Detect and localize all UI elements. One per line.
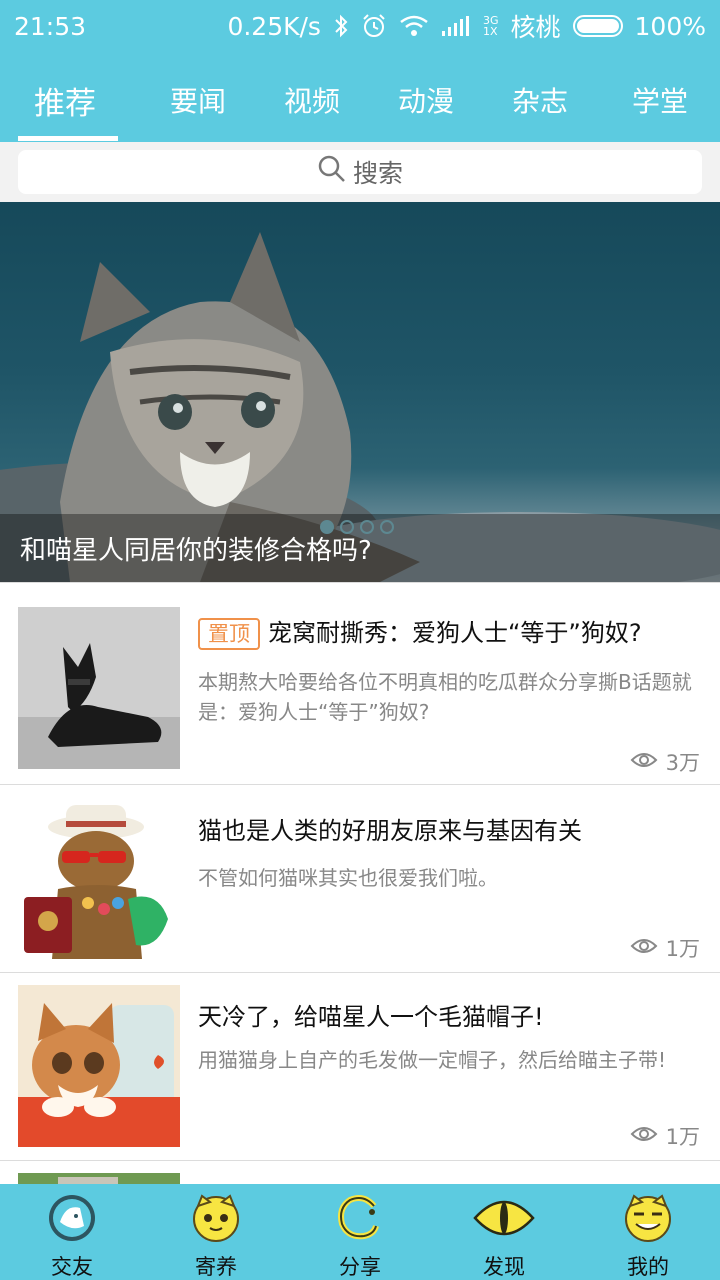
battery-icon: [572, 15, 623, 37]
tab-video[interactable]: 视频: [284, 80, 340, 120]
cat-hat-thumbnail: [18, 799, 180, 961]
article-desc: 本期熬大哈要给各位不明真相的吃瓜群众分享撕B话题就是：爱狗人士“等于”狗奴?: [198, 670, 692, 724]
friends-icon: [46, 1192, 98, 1251]
banner-caption: 和喵星人同居你的装修合格吗?: [0, 514, 720, 582]
article-title: 天冷了，给喵星人一个毛猫帽子!: [198, 1003, 544, 1031]
search-placeholder: 搜索: [352, 159, 403, 188]
article-item[interactable]: 天冷了，给喵星人一个毛猫帽子! 用猫猫身上自产的毛发做一定帽子，然后给瞄主子带!…: [0, 972, 720, 1160]
tab-anime[interactable]: 动漫: [398, 80, 454, 120]
nav-share[interactable]: 分享: [288, 1184, 432, 1280]
network-type: 3G 1X: [482, 14, 499, 38]
article-item[interactable]: 猫也是人类的好朋友原来与基因有关 不管如何猫咪其实也很爱我们啦。 1万: [0, 784, 720, 972]
category-tabs: 推荐 要闻 视频 动漫 杂志 学堂: [0, 52, 720, 142]
tab-school[interactable]: 学堂: [632, 80, 688, 120]
nav-label: 寄养: [195, 1255, 237, 1279]
status-time: 21:53: [14, 11, 87, 41]
dog-thumbnail: [18, 607, 180, 769]
battery-level: 100%: [634, 11, 706, 41]
article-desc: 用猫猫身上自产的毛发做一定帽子，然后给瞄主子带!: [198, 1048, 667, 1072]
nav-foster[interactable]: 寄养: [144, 1184, 288, 1280]
nav-label: 发现: [483, 1255, 525, 1279]
tab-news[interactable]: 要闻: [170, 80, 226, 120]
profile-icon: [622, 1192, 674, 1251]
nav-label: 分享: [339, 1255, 381, 1279]
view-count: 1万: [630, 933, 700, 963]
banner-caption-text: 和喵星人同居你的装修合格吗?: [20, 535, 372, 566]
share-icon: [334, 1192, 386, 1251]
pinned-badge: 置顶: [198, 618, 260, 650]
status-bar: 21:53 0.25K/s 3G 1X 核桃 100%: [0, 0, 720, 52]
foster-icon: [190, 1192, 242, 1251]
article-desc: 不管如何猫咪其实也很爱我们啦。: [198, 866, 498, 890]
bluetooth-icon: [333, 14, 349, 38]
search-icon: [317, 154, 347, 190]
network-speed: 0.25K/s: [227, 11, 321, 41]
wifi-icon: [399, 14, 429, 38]
tab-magazine[interactable]: 杂志: [512, 80, 568, 120]
alarm-icon: [361, 13, 387, 39]
banner-carousel[interactable]: 和喵星人同居你的装修合格吗?: [0, 202, 720, 582]
carrier-name: 核桃: [510, 13, 561, 42]
signal-icon: [441, 15, 471, 37]
nav-discover[interactable]: 发现: [432, 1184, 576, 1280]
bottom-nav: 交友 寄养 分享 发现 我的: [0, 1184, 720, 1280]
nav-label: 我的: [627, 1255, 669, 1279]
tab-indicator: [18, 136, 118, 141]
search-area: 搜索: [0, 142, 720, 202]
eye-icon: [630, 936, 658, 961]
nav-friends[interactable]: 交友: [0, 1184, 144, 1280]
discover-icon: [473, 1192, 535, 1251]
nav-profile[interactable]: 我的: [576, 1184, 720, 1280]
eye-icon: [630, 750, 658, 775]
article-title: 置顶 宠窝耐撕秀：爱狗人士“等于”狗奴?: [198, 613, 642, 650]
article-title: 猫也是人类的好朋友原来与基因有关: [198, 817, 582, 845]
eye-icon: [630, 1124, 658, 1149]
kitten-fishbowl-thumbnail: [18, 985, 180, 1147]
article-item[interactable]: 置顶 宠窝耐撕秀：爱狗人士“等于”狗奴? 本期熬大哈要给各位不明真相的吃瓜群众分享…: [0, 582, 720, 784]
search-bar[interactable]: 搜索: [18, 150, 702, 194]
nav-label: 交友: [51, 1255, 93, 1279]
view-count: 3万: [630, 747, 700, 777]
view-count: 1万: [630, 1121, 700, 1151]
tab-recommended[interactable]: 推荐: [34, 78, 96, 123]
